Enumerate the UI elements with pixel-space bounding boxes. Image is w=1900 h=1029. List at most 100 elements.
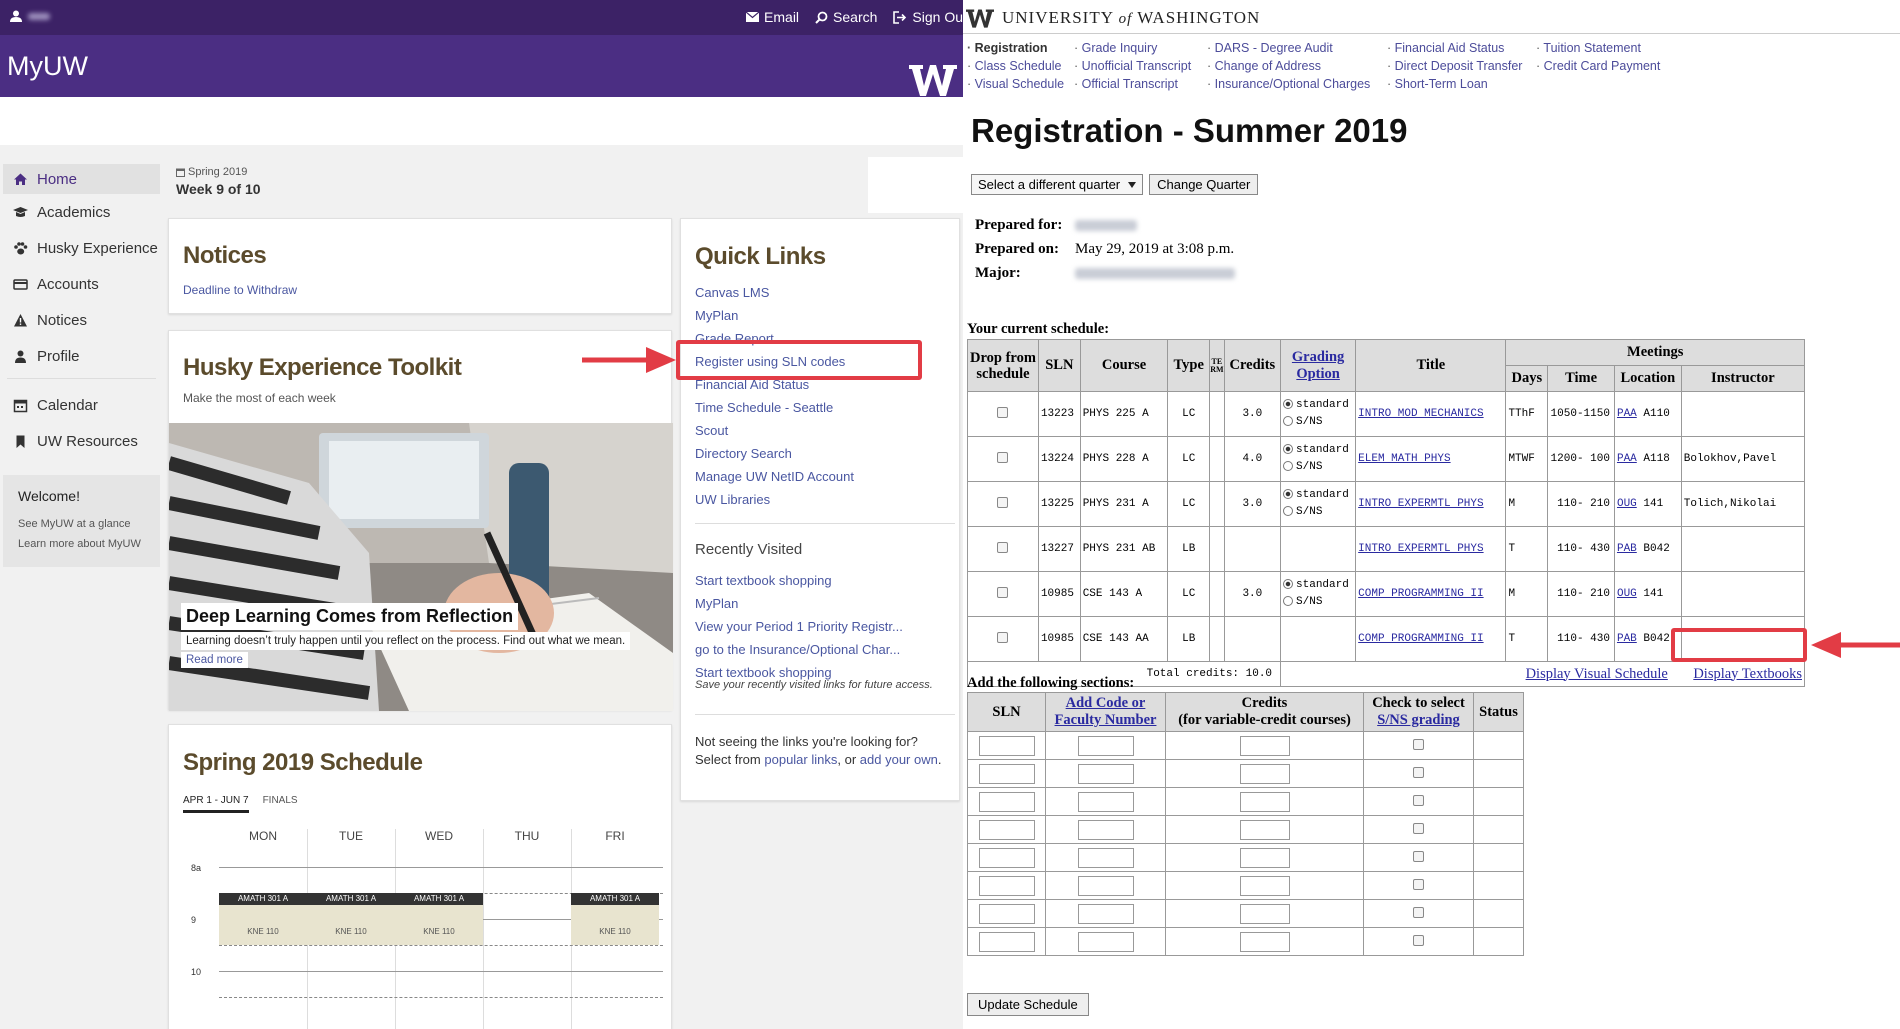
recent-link[interactable]: Start textbook shopping [695,569,903,592]
add-code-input[interactable] [1077,791,1134,812]
grading-sns-radio[interactable] [1283,506,1294,517]
quick-link-libraries[interactable]: UW Libraries [695,488,854,511]
quick-link-netid[interactable]: Manage UW NetID Account [695,465,854,488]
search-link[interactable]: Search [815,9,877,25]
toolkit-photo[interactable]: Deep Learning Comes from Reflection Lear… [169,423,673,711]
add-code-input[interactable] [1077,735,1134,756]
quick-link-myplan[interactable]: MyPlan [695,304,854,327]
drop-checkbox[interactable] [997,451,1009,463]
grading-sns-radio[interactable] [1283,416,1294,427]
course-title-link[interactable]: INTRO EXPERMTL PHYS [1358,543,1483,555]
subnav-insurance[interactable]: Insurance/Optional Charges [1207,75,1371,93]
sln-input[interactable] [978,931,1035,952]
sns-grading-link[interactable]: S/NS grading [1377,712,1460,728]
building-link[interactable]: PAB [1617,543,1637,555]
quick-link-canvas[interactable]: Canvas LMS [695,281,854,304]
subnav-unofficial-transcript[interactable]: Unofficial Transcript [1074,57,1192,75]
change-quarter-button[interactable]: Change Quarter [1149,174,1259,195]
building-link[interactable]: PAB [1617,633,1637,645]
myuw-logo-text[interactable]: MyUW [7,51,88,82]
add-code-input[interactable] [1077,903,1134,924]
sns-checkbox[interactable] [1413,906,1424,918]
add-code-link[interactable]: Add Code or Faculty Number [1055,695,1157,728]
nav-academics[interactable]: Academics [3,194,160,230]
building-link[interactable]: OUG [1617,498,1637,510]
course-title-link[interactable]: INTRO EXPERMTL PHYS [1358,498,1483,510]
drop-checkbox[interactable] [997,541,1009,553]
credits-input[interactable] [1239,847,1290,868]
nav-calendar[interactable]: Calendar [3,387,160,423]
recent-link[interactable]: MyPlan [695,592,903,615]
building-link[interactable]: PAA [1617,408,1637,420]
sln-input[interactable] [978,903,1035,924]
welcome-link-glance[interactable]: See MyUW at a glance [18,514,145,534]
user-menu[interactable] [10,9,50,23]
class-event[interactable]: AMATH 301 A KNE 110 [571,893,659,945]
course-title-link[interactable]: COMP PROGRAMMING II [1358,588,1483,600]
subnav-tuition-statement[interactable]: Tuition Statement [1536,39,1660,57]
sln-input[interactable] [978,763,1035,784]
building-link[interactable]: PAA [1617,453,1637,465]
read-more-link[interactable]: Read more [181,652,248,668]
sns-checkbox[interactable] [1413,794,1424,806]
sln-input[interactable] [978,847,1035,868]
add-your-own-link[interactable]: add your own [860,752,938,767]
nav-profile[interactable]: Profile [3,338,160,374]
grading-sns-radio[interactable] [1283,461,1294,472]
drop-checkbox[interactable] [997,496,1009,508]
subnav-change-address[interactable]: Change of Address [1207,57,1370,75]
class-event[interactable]: AMATH 301 A KNE 110 [395,893,483,945]
building-link[interactable]: OUG [1617,588,1637,600]
grading-standard-radio[interactable] [1283,489,1294,500]
sign-out-link[interactable]: Sign Ou [893,9,963,25]
grading-option-link[interactable]: Grading Option [1292,349,1344,382]
subnav-direct-deposit[interactable]: Direct Deposit Transfer [1387,57,1523,75]
subnav-class-schedule[interactable]: Class Schedule [967,57,1064,75]
quarter-select[interactable]: Select a different quarter [971,174,1144,195]
sln-input[interactable] [978,819,1035,840]
subnav-short-term-loan[interactable]: Short-Term Loan [1387,75,1522,93]
credits-input[interactable] [1239,903,1290,924]
subnav-registration[interactable]: Registration [967,39,1064,57]
credits-input[interactable] [1239,735,1290,756]
nav-home[interactable]: Home [3,164,160,194]
class-event[interactable]: AMATH 301 A KNE 110 [307,893,395,945]
credits-input[interactable] [1239,763,1290,784]
welcome-link-learn[interactable]: Learn more about MyUW [18,534,145,554]
drop-checkbox[interactable] [997,406,1009,418]
add-code-input[interactable] [1077,875,1134,896]
sns-checkbox[interactable] [1413,822,1424,834]
nav-husky-experience[interactable]: Husky Experience [3,230,160,266]
nav-notices[interactable]: Notices [3,302,160,338]
credits-input[interactable] [1239,819,1290,840]
grading-sns-radio[interactable] [1283,596,1294,607]
grading-standard-radio[interactable] [1283,399,1294,410]
subnav-credit-card[interactable]: Credit Card Payment [1536,57,1661,75]
course-title-link[interactable]: INTRO MOD MECHANICS [1358,408,1483,420]
sns-checkbox[interactable] [1413,850,1424,862]
tab-quarter[interactable]: APR 1 - JUN 7 [183,795,249,813]
credits-input[interactable] [1239,791,1290,812]
subnav-official-transcript[interactable]: Official Transcript [1074,75,1191,93]
add-code-input[interactable] [1077,763,1134,784]
sln-input[interactable] [978,735,1035,756]
credits-input[interactable] [1239,931,1290,952]
update-schedule-button[interactable]: Update Schedule [967,993,1089,1016]
add-code-input[interactable] [1077,931,1134,952]
course-title-link[interactable]: ELEM MATH PHYS [1358,453,1450,465]
sns-checkbox[interactable] [1413,766,1424,778]
recent-link[interactable]: View your Period 1 Priority Registr... [695,615,903,638]
nav-uw-resources[interactable]: UW Resources [3,423,160,459]
recent-link[interactable]: go to the Insurance/Optional Char... [695,638,903,661]
sns-checkbox[interactable] [1413,878,1424,890]
add-code-input[interactable] [1077,847,1134,868]
add-code-input[interactable] [1077,819,1134,840]
article-title[interactable]: Deep Learning Comes from Reflection [181,603,519,630]
display-visual-schedule-link[interactable]: Display Visual Schedule [1526,666,1668,682]
sns-checkbox[interactable] [1413,738,1424,750]
grading-standard-radio[interactable] [1283,579,1294,590]
sns-checkbox[interactable] [1413,934,1424,946]
notice-deadline-link[interactable]: Deadline to Withdraw [183,283,297,297]
popular-links-link[interactable]: popular links [764,752,837,767]
course-title-link[interactable]: COMP PROGRAMMING II [1358,633,1483,645]
